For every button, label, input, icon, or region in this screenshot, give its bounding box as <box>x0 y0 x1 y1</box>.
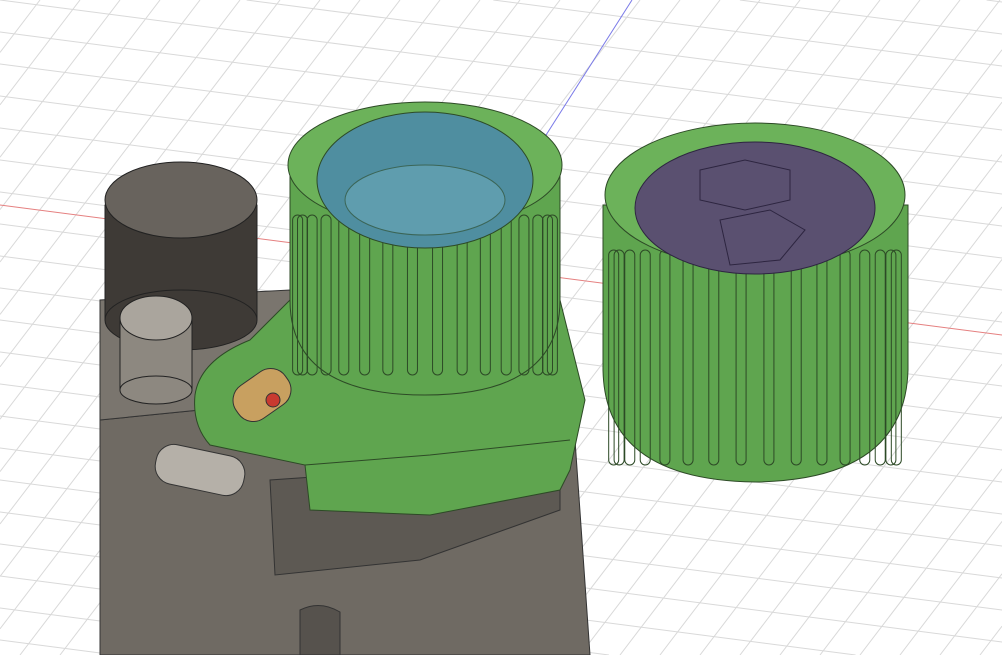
eyepiece-cap-right[interactable] <box>602 122 909 483</box>
grid-line <box>246 0 1002 99</box>
grid-line <box>0 0 81 106</box>
cad-viewport[interactable] <box>0 0 1002 655</box>
grid-line <box>0 0 41 53</box>
grid-line <box>739 0 1002 35</box>
eyepiece-cap-left[interactable] <box>287 101 563 396</box>
grid-line <box>493 0 1002 67</box>
scene[interactable] <box>0 0 1002 655</box>
grid-line <box>0 0 121 158</box>
grid-line <box>0 639 116 655</box>
red-button[interactable] <box>265 392 281 408</box>
grid-line <box>939 573 1002 655</box>
small-knob[interactable] <box>119 295 193 405</box>
